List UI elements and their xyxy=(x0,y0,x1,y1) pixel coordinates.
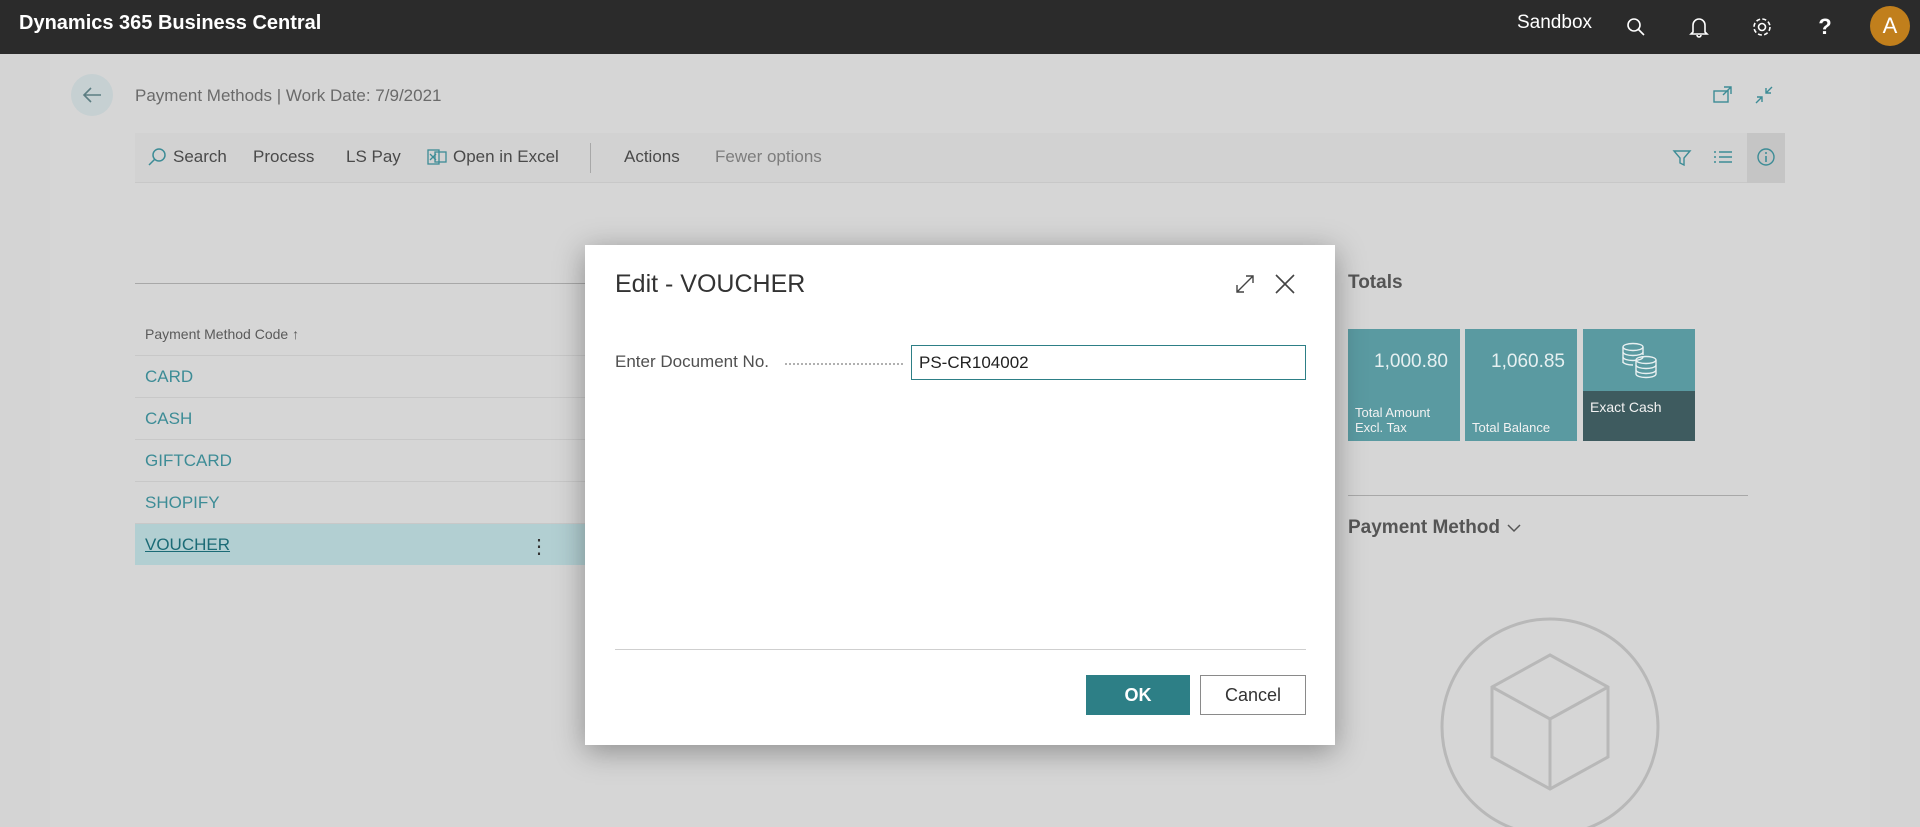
excel-icon xyxy=(427,149,447,165)
open-new-window-icon[interactable] xyxy=(1712,84,1736,108)
collapse-icon[interactable] xyxy=(1753,84,1777,108)
cancel-button[interactable]: Cancel xyxy=(1200,675,1306,715)
tile-label: Total Amount Excl. Tax xyxy=(1355,405,1431,435)
fewer-options-button[interactable]: Fewer options xyxy=(715,147,822,167)
tile-label: Total Balance xyxy=(1472,420,1551,435)
open-in-excel-label: Open in Excel xyxy=(453,147,559,166)
page-title: Payment Methods | Work Date: 7/9/2021 xyxy=(135,86,442,105)
row-menu-icon[interactable]: ⋮ xyxy=(529,534,549,559)
table-row[interactable]: CASH xyxy=(135,397,640,439)
row-code[interactable]: CASH xyxy=(145,409,192,429)
payment-method-title: Payment Method xyxy=(1348,517,1501,538)
expand-icon[interactable] xyxy=(1230,269,1260,299)
filter-icon[interactable] xyxy=(1669,145,1695,171)
table-row[interactable]: CARD xyxy=(135,355,640,397)
totals-title: Totals xyxy=(1348,272,1403,293)
info-icon xyxy=(1757,148,1775,166)
row-code[interactable]: VOUCHER xyxy=(145,535,230,555)
factbox-toggle[interactable] xyxy=(1747,133,1785,183)
bell-icon[interactable] xyxy=(1686,14,1712,40)
total-amount-tile[interactable]: 1,000.80 Total Amount Excl. Tax xyxy=(1348,329,1460,441)
row-code[interactable]: GIFTCARD xyxy=(145,451,232,471)
factbox-divider xyxy=(1348,495,1748,496)
row-code[interactable]: SHOPIFY xyxy=(145,493,220,513)
field-dots xyxy=(785,363,903,365)
search-icon xyxy=(148,148,166,166)
list-view-icon[interactable] xyxy=(1710,145,1736,171)
action-bar: Search Process LS Pay Open in Excel Acti… xyxy=(135,133,1785,183)
dialog-title: Edit - VOUCHER xyxy=(615,270,806,298)
actions-menu[interactable]: Actions xyxy=(624,147,680,167)
column-header-payment-method-code[interactable]: Payment Method Code ↑ xyxy=(145,326,299,342)
list-divider xyxy=(135,283,640,284)
document-no-label: Enter Document No. xyxy=(615,352,770,371)
action-bar-divider xyxy=(590,143,591,173)
document-no-input[interactable] xyxy=(911,345,1306,380)
tile-value: 1,060.85 xyxy=(1491,351,1565,372)
arrow-left-icon xyxy=(82,87,101,103)
environment-label: Sandbox xyxy=(1517,12,1593,33)
tile-label: Exact Cash xyxy=(1590,399,1662,415)
gear-icon[interactable] xyxy=(1749,14,1775,40)
placeholder-cube-icon xyxy=(1440,617,1660,827)
search-icon[interactable] xyxy=(1623,14,1649,40)
total-balance-tile[interactable]: 1,060.85 Total Balance xyxy=(1465,329,1577,441)
search-action-label: Search xyxy=(173,147,227,166)
row-code[interactable]: CARD xyxy=(145,367,193,387)
payment-method-section[interactable]: Payment Method xyxy=(1348,517,1522,539)
back-button[interactable] xyxy=(71,74,113,116)
chevron-down-icon xyxy=(1507,524,1521,533)
close-icon[interactable] xyxy=(1270,269,1300,299)
table-row-selected[interactable]: VOUCHER ⋮ xyxy=(135,523,640,565)
ok-button[interactable]: OK xyxy=(1086,675,1190,715)
table-row[interactable]: SHOPIFY xyxy=(135,481,640,523)
app-name[interactable]: Dynamics 365 Business Central xyxy=(19,12,321,35)
help-icon[interactable]: ? xyxy=(1812,14,1838,40)
avatar[interactable]: A xyxy=(1870,6,1910,46)
edit-dialog: Edit - VOUCHER Enter Document No. OK Can… xyxy=(585,245,1335,745)
tile-value: 1,000.80 xyxy=(1374,351,1448,372)
dialog-divider xyxy=(615,649,1306,650)
open-in-excel-action[interactable]: Open in Excel xyxy=(427,147,559,167)
ls-pay-menu[interactable]: LS Pay xyxy=(346,147,401,167)
exact-cash-tile[interactable]: Exact Cash xyxy=(1583,329,1695,441)
table-row[interactable]: GIFTCARD xyxy=(135,439,640,481)
coins-icon xyxy=(1622,342,1657,379)
search-action[interactable]: Search xyxy=(147,147,227,167)
top-bar: Dynamics 365 Business Central Sandbox ? … xyxy=(0,0,1920,54)
process-menu[interactable]: Process xyxy=(253,147,314,167)
